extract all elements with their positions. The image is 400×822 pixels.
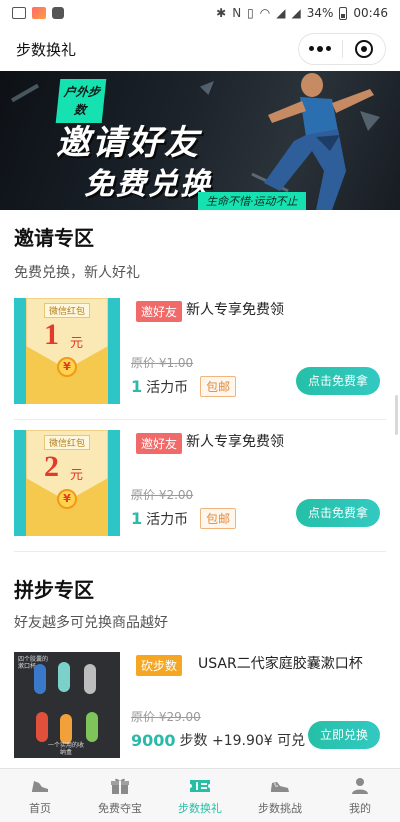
- bluetooth-icon: ✱: [216, 6, 227, 20]
- product-item[interactable]: 微信红包 1 元 ¥ 邀好友 新人专享免费领 原价 ¥1.00 1 活力币 包邮…: [14, 288, 386, 420]
- product-name: USAR二代家庭胶囊漱口杯: [198, 656, 363, 672]
- user-icon: [349, 776, 371, 796]
- price-line: 9000 步数 +19.90¥ 可兑: [131, 730, 305, 750]
- gallery-icon: [12, 7, 26, 19]
- group-section-title: 拼步专区: [14, 578, 94, 602]
- free-shipping-tag: 包邮: [200, 376, 237, 397]
- clock: 00:46: [353, 6, 388, 20]
- shoe-icon: [29, 776, 51, 796]
- battery-percent: 34%: [306, 6, 334, 20]
- invite-banner[interactable]: 户外步数 邀请好友 免费兑换 生命不惜·运动不止: [0, 71, 400, 210]
- ticket-icon: [189, 776, 211, 796]
- tab-home[interactable]: 首页: [0, 769, 80, 822]
- close-miniprogram-button[interactable]: [343, 34, 386, 64]
- banner-slogan: 生命不惜·运动不止: [198, 192, 306, 210]
- nfc-icon: N: [232, 6, 242, 20]
- claim-free-button[interactable]: 点击免费拿: [295, 367, 380, 395]
- envelope-amount: 2: [44, 450, 59, 483]
- product-item[interactable]: 微信红包 2 元 ¥ 邀好友 新人专享免费领 原价 ¥2.00 1 活力币 包邮…: [14, 420, 386, 552]
- vibrate-icon: ▯: [247, 6, 254, 20]
- envelope-unit: 元: [70, 336, 84, 351]
- nav-bar: 步数换礼: [0, 26, 400, 72]
- original-price: 原价 ¥29.00: [131, 710, 201, 724]
- tab-free-treasure[interactable]: 免费夺宝: [80, 769, 160, 822]
- status-bar: ✱ N ▯ ◠ ◢ ◢ 34% 00:46: [0, 0, 400, 26]
- thumbs-up-icon: [52, 7, 64, 19]
- redeem-now-button[interactable]: 立即兑换: [307, 721, 380, 749]
- more-dots-icon: [309, 46, 332, 52]
- envelope-amount: 1: [44, 318, 59, 351]
- price-number: 9000: [131, 730, 176, 750]
- signal-icon-2: ◢: [291, 6, 301, 20]
- price-line: 1 活力币 包邮: [131, 376, 237, 397]
- group-section-subtitle: 好友越多可兑换商品越好: [14, 615, 168, 631]
- product-name: 新人专享免费领: [186, 302, 284, 318]
- original-price: 原价 ¥1.00: [131, 356, 194, 370]
- envelope-label: 微信红包: [44, 435, 91, 450]
- app-notification-icon: [32, 7, 46, 19]
- mini-program-capsule: [298, 33, 386, 65]
- yuan-coin-icon: ¥: [57, 357, 77, 377]
- signal-icon: ◢: [276, 6, 286, 20]
- invite-section-title: 邀请专区: [14, 226, 94, 250]
- tab-label: 步数挑战: [258, 801, 302, 815]
- sneaker-icon: [269, 776, 291, 796]
- banner-headline-1: 邀请好友: [56, 123, 200, 163]
- page-title: 步数换礼: [16, 40, 77, 59]
- wifi-icon: ◠: [259, 6, 271, 20]
- price-unit: 活力币: [146, 511, 189, 528]
- claim-free-button[interactable]: 点击免费拿: [295, 499, 380, 527]
- tab-steps-exchange[interactable]: 步数换礼: [160, 769, 240, 822]
- product-item[interactable]: 四个胶囊的漱口杯 一个实用的收纳盒 砍步数 USAR二代家庭胶囊漱口杯 原价 ¥…: [14, 642, 386, 768]
- invite-badge: 邀好友: [136, 301, 183, 322]
- price-unit: 活力币: [146, 379, 189, 396]
- tab-label: 我的: [349, 801, 371, 815]
- tab-label: 免费夺宝: [98, 801, 142, 815]
- invite-badge: 邀好友: [136, 433, 183, 454]
- gift-icon: [109, 776, 131, 796]
- product-name: 新人专享免费领: [186, 434, 284, 450]
- status-right: ✱ N ▯ ◠ ◢ ◢ 34% 00:46: [216, 6, 388, 20]
- price-line: 1 活力币 包邮: [131, 508, 237, 529]
- target-icon: [354, 40, 373, 58]
- battery-icon: [339, 6, 348, 20]
- more-button[interactable]: [299, 34, 342, 64]
- tab-steps-challenge[interactable]: 步数挑战: [240, 769, 320, 822]
- product-image-caption-bottom: 一个实用的收纳盒: [47, 742, 84, 756]
- scrollbar[interactable]: [395, 395, 398, 435]
- main-content[interactable]: 邀请专区 免费兑换，新人好礼 微信红包 1 元 ¥ 邀好友 新人专享免费领 原价…: [0, 210, 400, 768]
- red-envelope-image: 微信红包 2 元 ¥: [14, 430, 120, 536]
- tab-label: 首页: [29, 801, 51, 815]
- tab-label: 步数换礼: [178, 801, 222, 815]
- free-shipping-tag: 包邮: [200, 508, 237, 529]
- mouthwash-cup-image: 四个胶囊的漱口杯 一个实用的收纳盒: [14, 652, 120, 758]
- original-price: 原价 ¥2.00: [131, 488, 194, 502]
- athlete-image: [264, 73, 374, 210]
- tab-mine[interactable]: 我的: [320, 769, 400, 822]
- invite-section-subtitle: 免费兑换，新人好礼: [14, 265, 140, 281]
- envelope-unit: 元: [70, 468, 84, 483]
- yuan-coin-icon: ¥: [57, 489, 77, 509]
- tab-bar: 首页 免费夺宝 步数换礼 步数挑战 我的: [0, 768, 400, 822]
- red-envelope-image: 微信红包 1 元 ¥: [14, 298, 120, 404]
- status-left: [12, 7, 64, 19]
- envelope-label: 微信红包: [44, 303, 91, 318]
- cut-steps-badge: 砍步数: [136, 655, 183, 676]
- price-number: 1: [131, 377, 143, 396]
- price-number: 1: [131, 509, 143, 528]
- price-detail: 步数 +19.90¥ 可兑: [179, 733, 306, 749]
- banner-headline-2: 免费兑换: [84, 167, 212, 202]
